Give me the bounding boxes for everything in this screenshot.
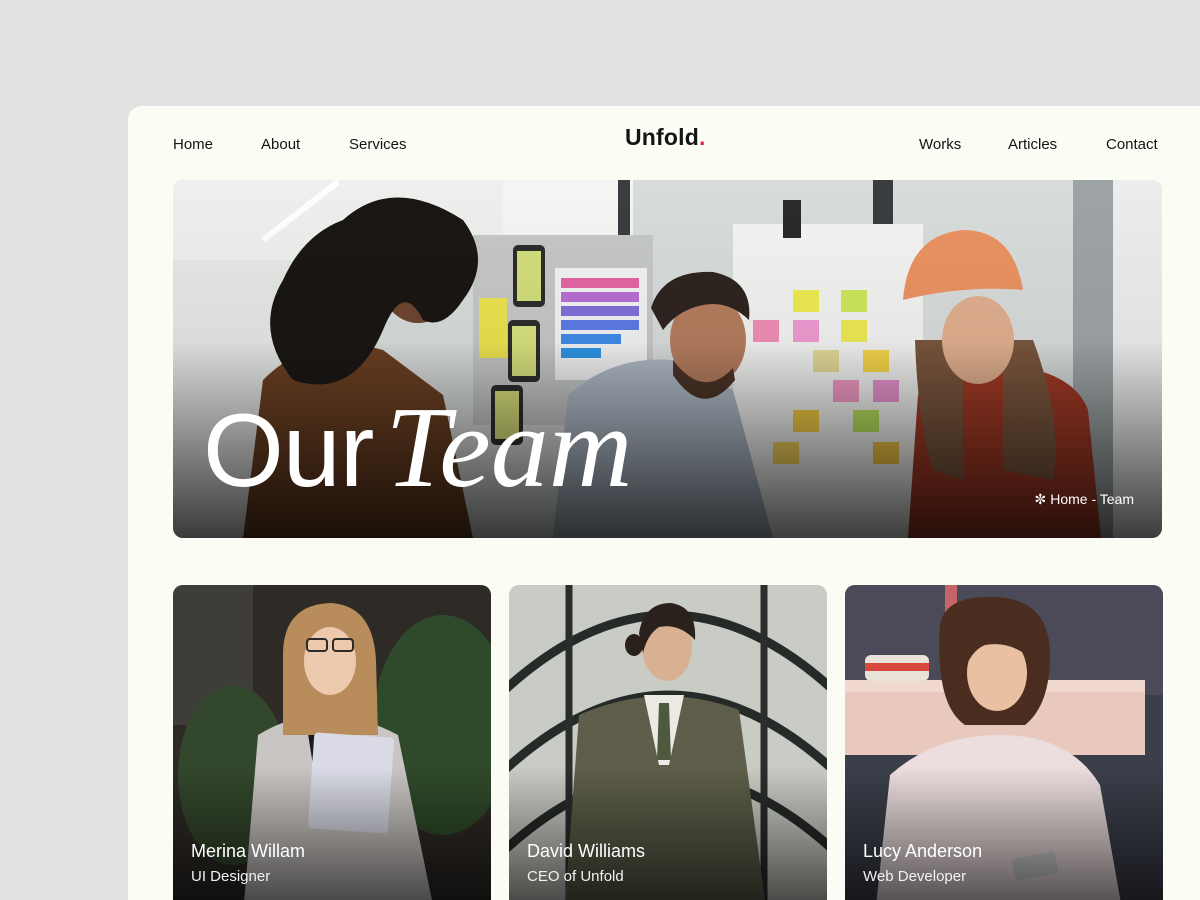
nav-contact[interactable]: Contact [1106, 136, 1158, 153]
breadcrumb-home-link[interactable]: Home [1050, 491, 1087, 507]
page-window: Home About Services Unfold. Works Articl… [128, 106, 1200, 900]
breadcrumb-current: Team [1099, 491, 1134, 507]
nav-home[interactable]: Home [173, 136, 213, 153]
member-role: UI Designer [191, 868, 271, 885]
hero-banner: Our Team ✼ Home - Team [173, 180, 1162, 538]
hero-title: Our Team [203, 390, 633, 506]
nav-articles[interactable]: Articles [1008, 136, 1057, 153]
nav-about[interactable]: About [261, 136, 300, 153]
member-name: Lucy Anderson [863, 841, 983, 861]
member-role: CEO of Unfold [527, 868, 624, 885]
team-card-merina[interactable]: Merina Willam UI Designer [173, 585, 491, 900]
brand-dot: . [699, 124, 706, 150]
nav-services[interactable]: Services [349, 136, 407, 153]
member-role: Web Developer [863, 868, 967, 885]
member-name: Merina Willam [191, 841, 306, 861]
team-card-lucy[interactable]: Lucy Anderson Web Developer [845, 585, 1163, 900]
sparkle-icon: ✼ [1034, 491, 1047, 507]
nav-works[interactable]: Works [919, 136, 961, 153]
member-name: David Williams [527, 841, 646, 861]
hero-title-plain: Our [203, 393, 374, 509]
brand-name: Unfold [625, 124, 700, 150]
breadcrumb: ✼ Home - Team [1034, 491, 1134, 508]
hero-title-italic: Team [385, 384, 633, 512]
team-card-david[interactable]: David Williams CEO of Unfold [509, 585, 827, 900]
breadcrumb-separator: - [1087, 491, 1100, 507]
brand-logo[interactable]: Unfold. [625, 124, 706, 151]
